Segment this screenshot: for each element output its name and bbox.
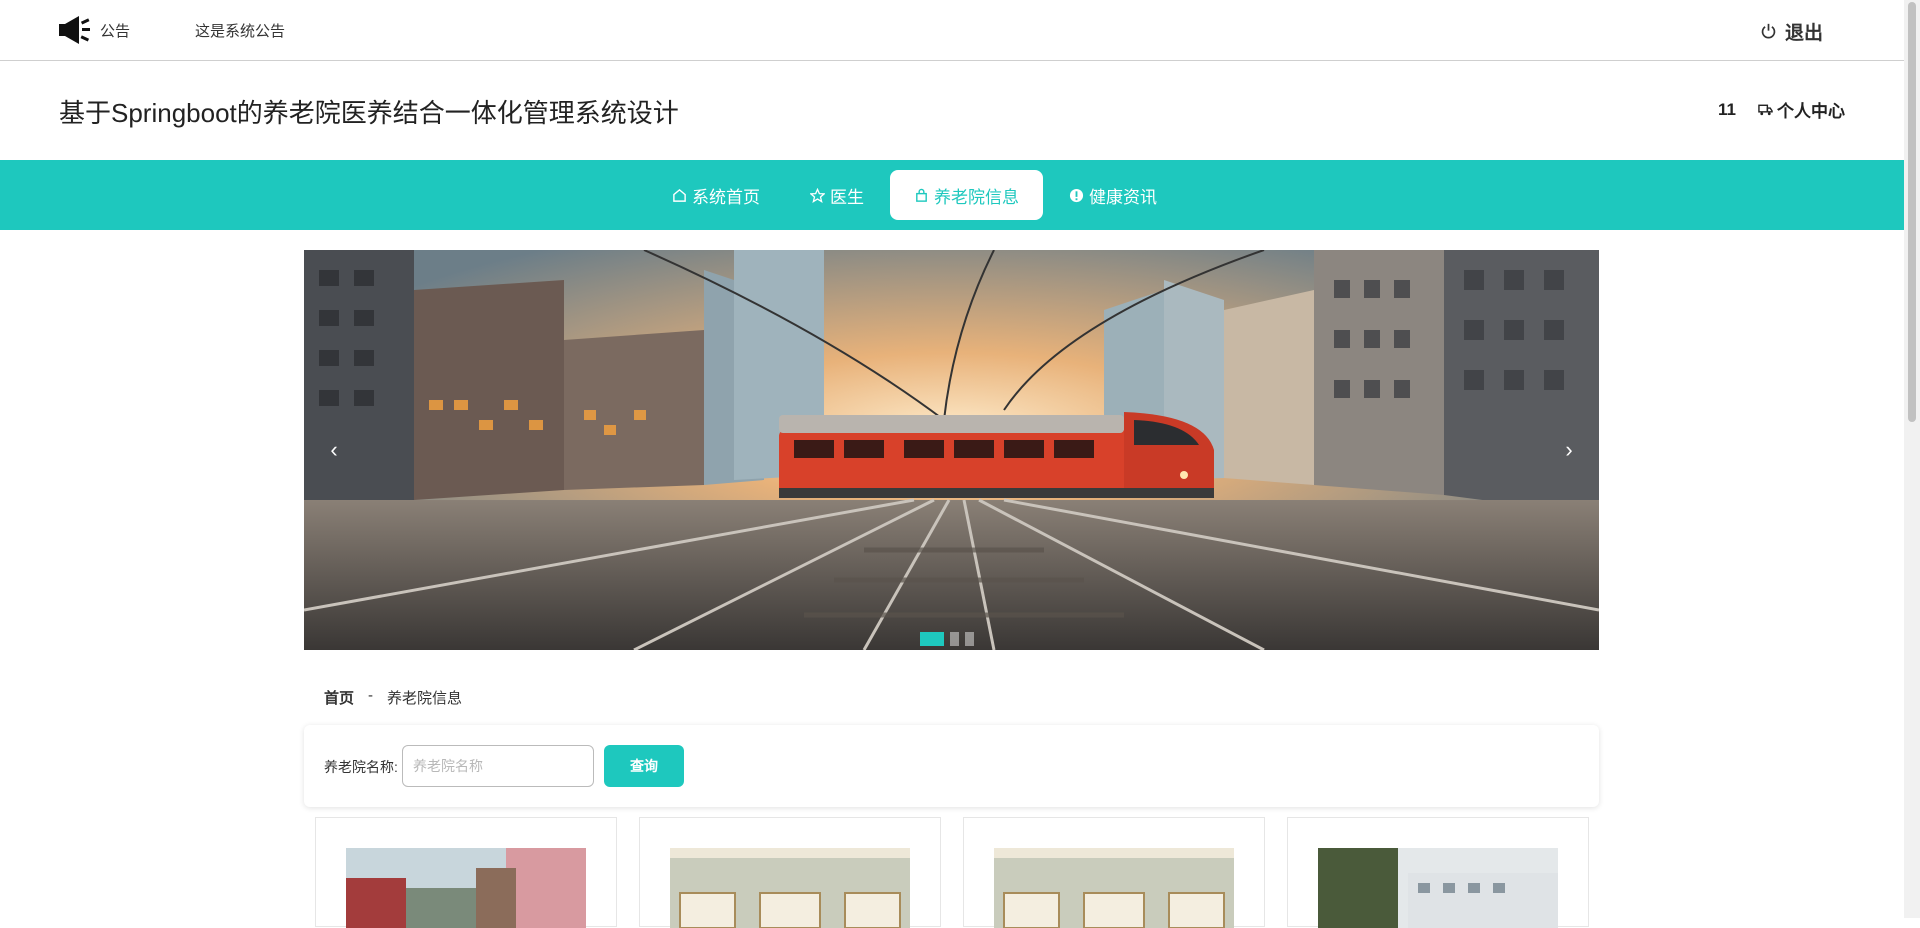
nav-label: 系统首页	[692, 187, 760, 207]
nav-item-nursing-home[interactable]: 养老院信息	[890, 170, 1043, 220]
power-icon	[1761, 23, 1776, 38]
nursing-home-list	[315, 817, 1589, 928]
carousel-indicators	[920, 632, 974, 646]
logout-button[interactable]: 退出	[1760, 17, 1823, 45]
star-icon	[810, 187, 825, 203]
user-id: 11	[1718, 99, 1736, 119]
card-image	[346, 848, 586, 928]
breadcrumb-current: 养老院信息	[387, 690, 463, 707]
site-header: 基于Springboot的养老院医养结合一体化管理系统设计 11 个人中心	[0, 61, 1904, 160]
card-image	[670, 848, 910, 928]
personal-center-label: 个人中心	[1776, 102, 1845, 121]
truck-icon	[1758, 104, 1773, 116]
nav-item-home[interactable]: 系统首页	[648, 170, 784, 220]
notice-label: 公告	[100, 23, 131, 40]
nursing-home-card[interactable]	[1287, 817, 1589, 928]
logout-label: 退出	[1785, 22, 1824, 44]
search-label: 养老院名称:	[324, 759, 398, 775]
nav-label: 养老院信息	[934, 187, 1019, 207]
breadcrumb-separator: -	[368, 687, 374, 704]
personal-center-link[interactable]: 个人中心	[1758, 97, 1845, 122]
search-button[interactable]: 查询	[604, 745, 684, 787]
home-icon	[673, 188, 686, 202]
main-nav: 系统首页 医生 养老院信息 健康资讯	[0, 160, 1904, 230]
bag-icon	[916, 188, 927, 202]
scrollbar-thumb[interactable]	[1908, 2, 1916, 422]
carousel-dot[interactable]	[965, 632, 974, 646]
nursing-home-card[interactable]	[963, 817, 1265, 928]
search-panel: 养老院名称: 查询	[304, 725, 1599, 807]
breadcrumb: 首页 - 养老院信息	[324, 687, 462, 708]
nursing-home-card[interactable]	[315, 817, 617, 928]
nursing-home-card[interactable]	[639, 817, 941, 928]
nav-label: 健康资讯	[1089, 187, 1157, 207]
site-title: 基于Springboot的养老院医养结合一体化管理系统设计	[59, 98, 679, 128]
banner-carousel[interactable]: ‹ ›	[304, 250, 1599, 650]
carousel-prev-button[interactable]: ‹	[322, 432, 346, 468]
user-area: 11 个人中心	[1718, 97, 1845, 122]
carousel-dot[interactable]	[950, 632, 959, 646]
notice-text: 这是系统公告	[195, 23, 286, 40]
page-scrollbar[interactable]	[1904, 0, 1920, 918]
search-input[interactable]	[402, 745, 594, 787]
speaker-icon	[59, 16, 90, 44]
notice-bar: 公告 这是系统公告 退出	[0, 0, 1904, 61]
info-icon	[1069, 188, 1084, 202]
nav-label: 医生	[830, 187, 864, 207]
nav-item-health-news[interactable]: 健康资讯	[1045, 170, 1181, 220]
card-image	[994, 848, 1234, 928]
banner-image	[304, 250, 1599, 650]
card-image	[1318, 848, 1558, 928]
breadcrumb-home[interactable]: 首页	[324, 687, 354, 708]
carousel-dot[interactable]	[920, 632, 944, 646]
carousel-next-button[interactable]: ›	[1557, 432, 1581, 468]
nav-item-doctor[interactable]: 医生	[786, 170, 888, 220]
